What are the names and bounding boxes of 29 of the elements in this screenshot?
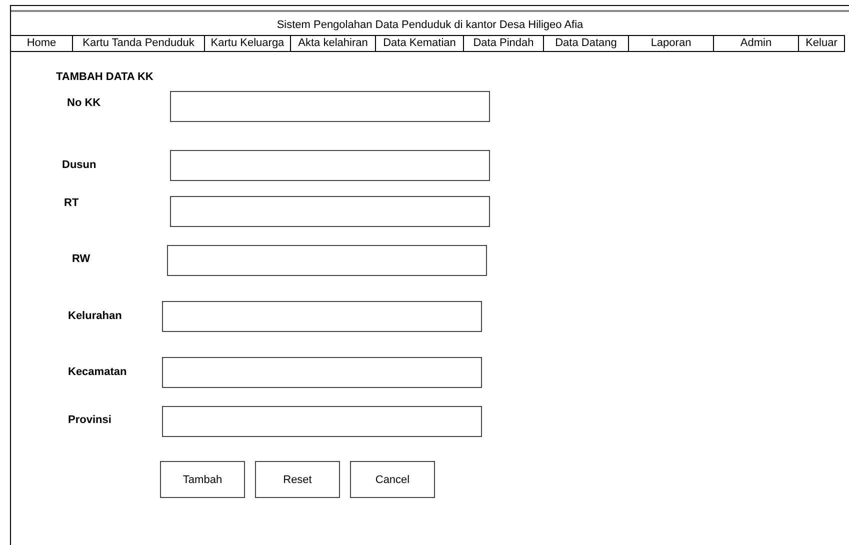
nav-link[interactable]: Keluar xyxy=(798,36,844,51)
nav-link[interactable]: Data Datang xyxy=(543,36,628,51)
field-label: RT xyxy=(64,197,79,209)
nav-link[interactable]: Admin xyxy=(713,36,798,51)
field-label: RW xyxy=(72,253,90,265)
field-label: Kecamatan xyxy=(68,366,127,378)
field-label: No KK xyxy=(67,97,101,109)
nav-link[interactable]: Home xyxy=(11,36,72,51)
form-button[interactable]: Cancel xyxy=(350,461,435,498)
page-title: Sistem Pengolahan Data Penduduk di kantor Desa Hiligeo Afia xyxy=(276,18,584,33)
nav-link[interactable]: Data Pindah xyxy=(463,36,543,51)
input-field[interactable] xyxy=(170,150,490,181)
input-field[interactable] xyxy=(162,406,482,437)
nav-link[interactable]: Akta kelahiran xyxy=(290,36,375,51)
form-button[interactable]: Reset xyxy=(255,461,340,498)
nav-link[interactable]: Data Kematian xyxy=(375,36,463,51)
form-button[interactable]: Tambah xyxy=(160,461,245,498)
nav-link[interactable]: Kartu Tanda Penduduk xyxy=(72,36,204,51)
input-field[interactable] xyxy=(170,196,490,227)
input-field[interactable] xyxy=(167,245,487,276)
field-label: Kelurahan xyxy=(68,310,122,322)
field-label: Provinsi xyxy=(68,414,112,426)
field-label: Dusun xyxy=(62,159,96,171)
nav-link[interactable]: Kartu Keluarga xyxy=(204,36,290,51)
input-field[interactable] xyxy=(162,301,482,332)
nav-link[interactable]: Laporan xyxy=(628,36,713,51)
form-heading: TAMBAH DATA KK xyxy=(56,71,154,83)
input-field[interactable] xyxy=(170,91,490,122)
input-field[interactable] xyxy=(162,357,482,388)
